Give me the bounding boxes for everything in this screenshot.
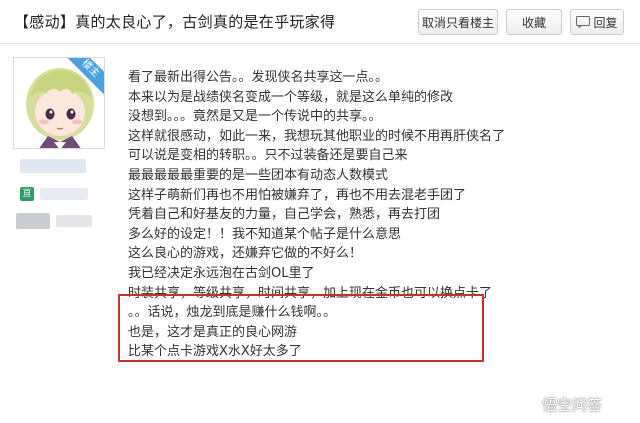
watermark: 悟空问答	[518, 394, 602, 415]
post-line: 凭着自己和好基友的力量，自己学会，熟悉，再去打团	[128, 207, 441, 223]
wukong-logo-icon	[518, 394, 538, 415]
post-header: 【感动】真的太良心了，古剑真的是在乎玩家得 取消只看楼主 收藏 回复	[0, 0, 640, 44]
post-line: 本来以为是战绩侠名变成一个等级，就是这么单纯的修改	[128, 89, 454, 105]
author-sidebar: 楼主 亘	[0, 45, 116, 423]
post-line: 这样就很感动，如此一来，我想玩其他职业的时候不用再肝侠名了	[128, 128, 506, 144]
author-level-redacted	[40, 188, 88, 200]
post-line: 没想到。。。竟然是又是一个传说中的共享。。	[128, 109, 382, 125]
post-line: 这么良心的游戏，还嫌弃它做的不好么！	[128, 246, 363, 262]
only-author-button[interactable]: 取消只看楼主	[418, 9, 498, 35]
avatar[interactable]: 楼主	[13, 57, 105, 149]
level-icon: 亘	[20, 187, 34, 201]
reply-label: 回复	[593, 15, 618, 30]
favorite-button[interactable]: 收藏	[506, 9, 562, 35]
post-title: 【感动】真的太良心了，古剑真的是在乎玩家得	[14, 13, 336, 31]
watermark-text: 悟空问答	[542, 396, 603, 414]
author-name-redacted	[20, 159, 86, 173]
author-info-redacted	[16, 213, 50, 229]
post-line: 可以说是变相的转职。。只不过装备还是要自己来	[128, 148, 408, 164]
author-stat-redacted	[56, 215, 92, 227]
post-line: 我已经决定永远泡在古剑OL里了	[128, 265, 315, 281]
post-line: 这样子萌新们再也不用怕被嫌弃了，再也不用去混老手团了	[128, 187, 467, 203]
post-line: 看了最新出得公告。。发现侠名共享这一点。。	[128, 70, 389, 85]
post-line: 最最最最最重要的是一些团本有动态人数模式	[128, 167, 389, 183]
reply-button[interactable]: 回复	[570, 9, 624, 35]
reply-icon	[576, 16, 591, 28]
post-line: 多么好的设定！！我不知道某个帖子是什么意思	[128, 226, 402, 242]
highlight-box	[118, 294, 484, 362]
